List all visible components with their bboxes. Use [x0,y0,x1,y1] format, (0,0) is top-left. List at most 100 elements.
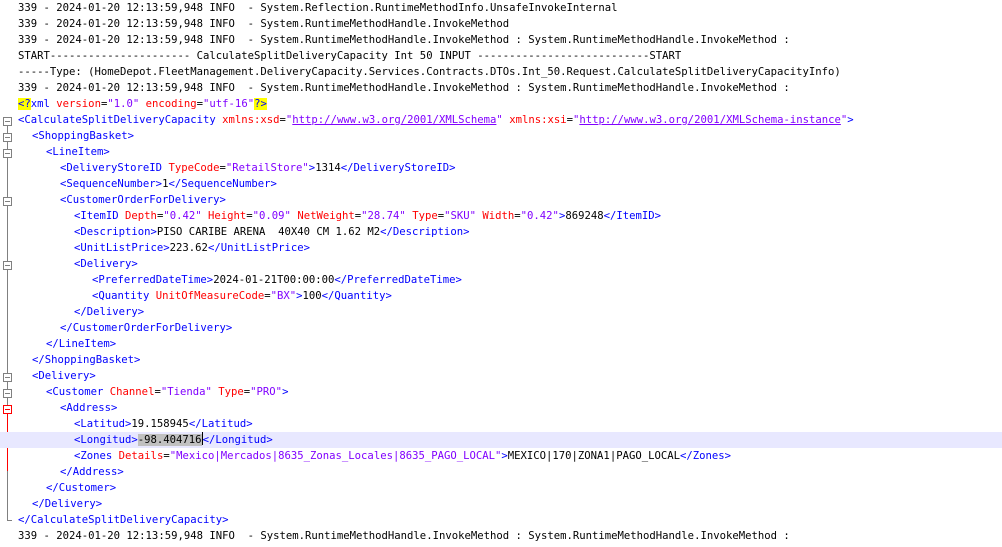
tag-open: <Delivery> [74,258,138,270]
pi-open: <? [18,98,31,110]
current-line: <Longitud>-98.404716</Longitud> [0,432,1002,448]
tag-open: <Address> [60,402,118,414]
tag-end: > [282,386,289,398]
log-text: 339 - 2024-01-20 12:13:59,948 INFO - Sys… [18,18,510,30]
tag-open: <Customer [46,386,104,398]
xml-line: <Zones Details="Mexico|Mercados|8635_Zon… [74,450,732,462]
xml-line: <ShoppingBasket> [0,128,1002,144]
log-line: -----Type: (HomeDepot.FleetManagement.De… [0,64,1002,80]
xml-line: <Customer Channel="Tienda" Type="PRO"> [46,386,289,398]
xml-root-open-line: <CalculateSplitDeliveryCapacity xmlns:xs… [18,114,854,126]
xml-line: <CustomerOrderForDelivery> [0,192,1002,208]
xml-line: </LineItem> [0,336,1002,352]
tag-close: </Description> [380,226,470,238]
xml-root-close-line: </CalculateSplitDeliveryCapacity> [0,512,1002,528]
xml-line: </ShoppingBasket> [0,352,1002,368]
xml-line: <Latitud>19.158945</Latitud> [0,416,1002,432]
attr-name: xmlns:xsd [222,114,280,126]
tag-close: </Longitud> [202,434,273,446]
xml-line: <LineItem> [0,144,1002,160]
xml-line: <DeliveryStoreID TypeCode="RetailStore">… [60,162,456,174]
tag-open: <ItemID [74,210,119,222]
element-value: 2024-01-21T00:00:00 [213,274,335,286]
attr-value: "28.74" [361,210,406,222]
tag-close: </LineItem> [46,338,117,350]
attr-name: Type [412,210,438,222]
tag-close: </UnitListPrice> [207,242,311,254]
tag-open: <UnitListPrice> [74,242,170,254]
tag-close: </Zones> [679,450,732,462]
attr-name: xmlns:xsi [509,114,567,126]
attr-name: version [56,98,101,110]
xml-line: </Customer> [0,480,1002,496]
tag-close: </Delivery> [74,306,145,318]
tag-close: </ItemID> [603,210,662,222]
tag-open: <Delivery> [32,370,96,382]
attr-value: "0.09" [252,210,291,222]
tag-close: </Address> [60,466,124,478]
tag-open: <DeliveryStoreID [60,162,163,174]
tag-open: <CalculateSplitDeliveryCapacity [18,114,216,126]
editor-text-area[interactable]: 339 - 2024-01-20 12:13:59,948 INFO - Sys… [0,0,1002,547]
namespace-link[interactable]: http://www.w3.org/2001/XMLSchema-instanc… [579,114,841,126]
tag-close: </Latitud> [188,418,253,430]
pi-name: xml [30,98,50,110]
attr-value: "PRO" [250,386,283,398]
element-value: 223.62 [169,242,208,254]
log-text: 339 - 2024-01-20 12:13:59,948 INFO - Sys… [18,82,790,94]
attr-value: "Mexico|Mercados|8635_Zonas_Locales|8635… [169,450,502,462]
xml-line: <Quantity UnitOfMeasureCode="BX">100</Qu… [92,290,392,302]
log-text: 339 - 2024-01-20 12:13:59,948 INFO - Sys… [18,530,790,542]
tag-open: <Quantity [92,290,150,302]
attr-name: TypeCode [168,162,220,174]
log-line: 339 - 2024-01-20 12:13:59,948 INFO - Sys… [0,528,1002,544]
xml-line: <Delivery> [0,256,1002,272]
xml-line: <UnitListPrice>223.62</UnitListPrice> [0,240,1002,256]
namespace-link[interactable]: http://www.w3.org/2001/XMLSchema [292,114,496,126]
tag-close: </Customer> [46,482,117,494]
log-text: 339 - 2024-01-20 12:13:59,948 INFO - Sys… [18,2,618,14]
xml-line: <PreferredDateTime>2024-01-21T00:00:00</… [0,272,1002,288]
tag-open: <Description> [74,226,157,238]
xml-line: </Delivery> [0,304,1002,320]
tag-open: <CustomerOrderForDelivery> [60,194,226,206]
tag-close: </SequenceNumber> [168,178,277,190]
tag-open: <Longitud> [74,434,138,446]
tag-close: </CustomerOrderForDelivery> [60,322,233,334]
selected-text[interactable]: -98.404716 [137,434,202,446]
xml-declaration-line: <?xml version="1.0" encoding="utf-16"?> [18,98,267,110]
attr-name: Channel [109,386,155,398]
tag-open: <PreferredDateTime> [92,274,214,286]
attr-value: "Tienda" [160,386,212,398]
tag-close: </Quantity> [321,290,392,302]
tag-close: </DeliveryStoreID> [340,162,456,174]
tag-open: <SequenceNumber> [60,178,163,190]
attr-name: Width [482,210,515,222]
attr-name: NetWeight [297,210,355,222]
attr-value: "0.42" [163,210,202,222]
attr-name: Details [118,450,164,462]
attr-value: "1.0" [107,98,140,110]
element-value: 1314 [315,162,341,174]
element-value: PISO CARIBE ARENA 40X40 CM 1.62 M2 [156,226,381,238]
log-line: 339 - 2024-01-20 12:13:59,948 INFO - Sys… [0,0,1002,16]
tag-open: <ShoppingBasket> [32,130,135,142]
log-text: -----Type: (HomeDepot.FleetManagement.De… [18,66,841,78]
log-text: START---------------------- CalculateSpl… [18,50,682,62]
attr-value: "0.42" [520,210,559,222]
attr-value: "RetailStore" [225,162,309,174]
attr-name: Depth [125,210,157,222]
pi-close: ?> [254,98,267,110]
attr-value: "utf-16" [203,98,255,110]
xml-line: </Delivery> [0,496,1002,512]
tag-open: <LineItem> [46,146,110,158]
element-value: 19.158945 [131,418,189,430]
xml-line: <Address> [0,400,1002,416]
attr-name: Height [208,210,247,222]
attr-name: encoding [145,98,197,110]
tag-close: </Delivery> [32,498,103,510]
attr-name: Type [218,386,244,398]
xml-line: </Address> [0,464,1002,480]
log-line: 339 - 2024-01-20 12:13:59,948 INFO - Sys… [0,80,1002,96]
xml-line: <ItemID Depth="0.42" Height="0.09" NetWe… [74,210,662,222]
